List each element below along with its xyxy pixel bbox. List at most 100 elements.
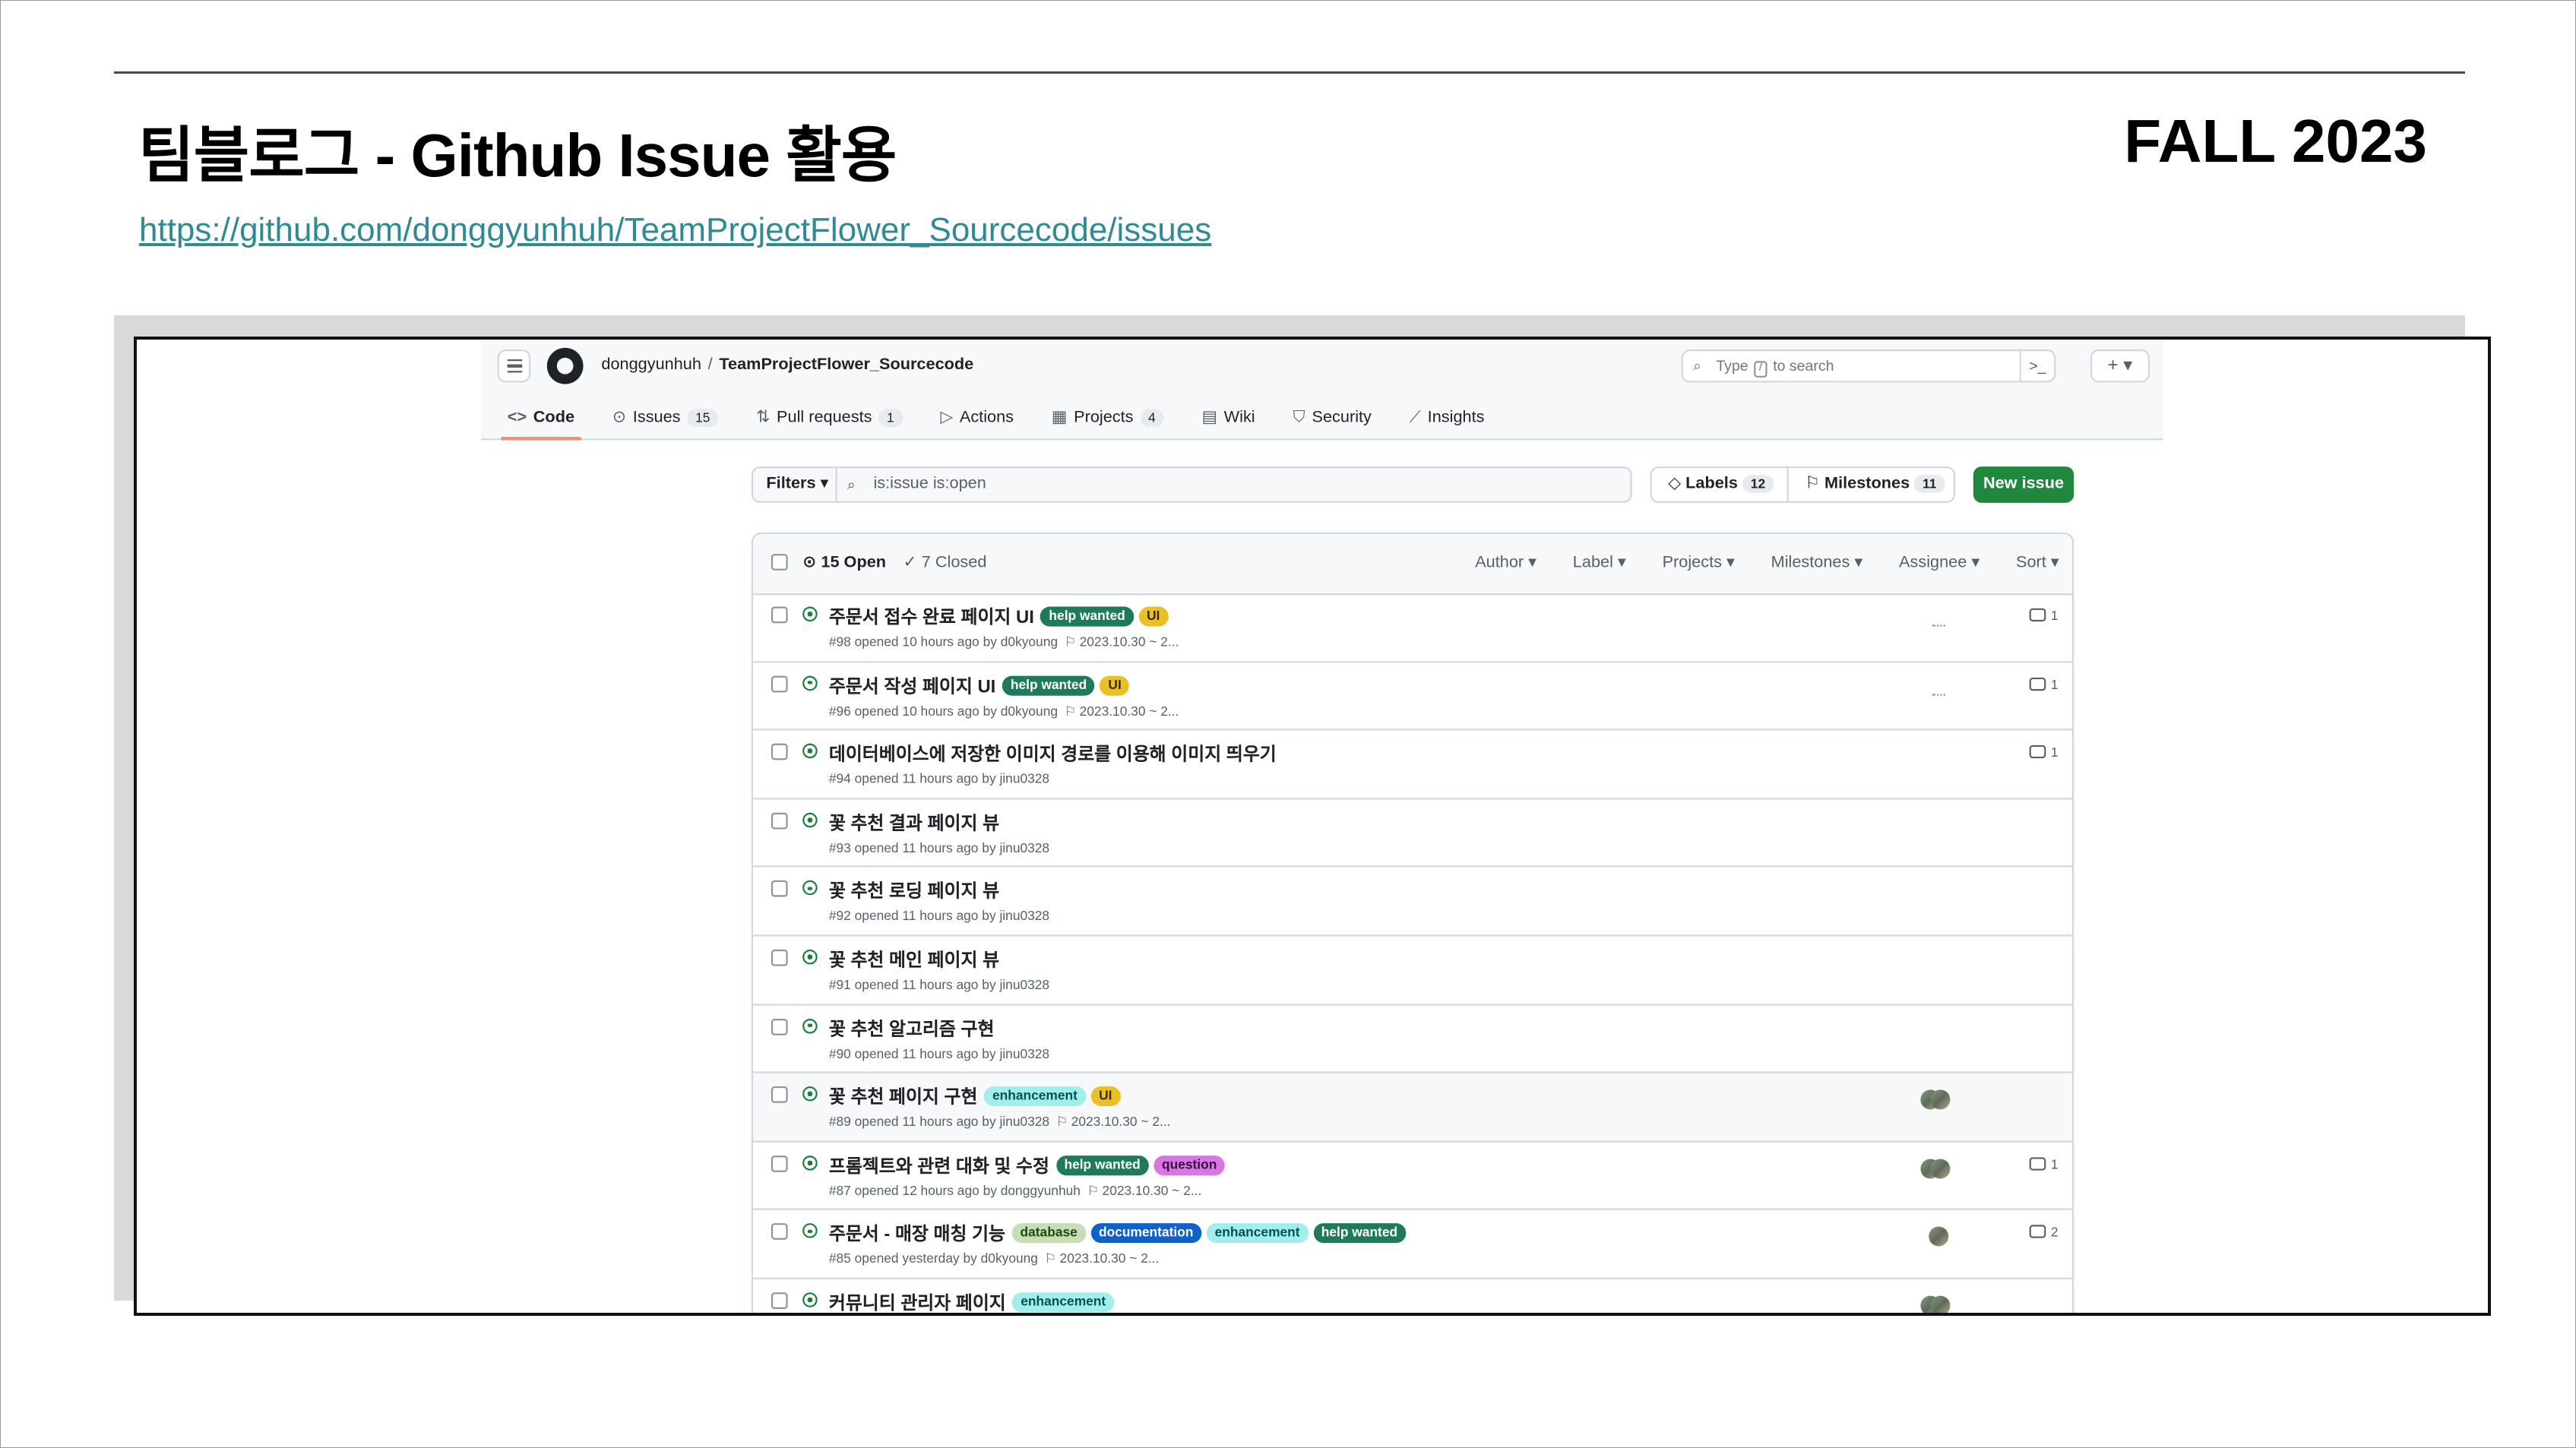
issue-title-link[interactable]: 프롬젝트와 관련 대화 및 수정 [829, 1152, 1049, 1178]
issue-row[interactable]: 꽃 추천 페이지 구현 enhancement UI #89 opened 11 ho… [753, 1073, 2073, 1143]
issue-label[interactable]: documentation [1090, 1223, 1202, 1244]
issue-row[interactable]: 꽃 추천 로딩 페이지 뷰 #92 opened 11 hours ago by … [753, 868, 2073, 937]
issue-title-link[interactable]: 데이터베이스에 저장한 이미지 경로를 이용해 이미지 띄우기 [829, 741, 1277, 767]
tab-code[interactable]: <> Code [501, 396, 581, 441]
comments-link[interactable]: 1 [2029, 676, 2059, 691]
select-all-checkbox[interactable] [771, 554, 788, 571]
new-issue-button[interactable]: New issue [1973, 466, 2074, 503]
issue-checkbox[interactable] [771, 1292, 788, 1309]
open-issue-icon: ⊙ [802, 554, 817, 572]
create-new-button[interactable]: + ▾ [2090, 349, 2150, 383]
issue-title-link[interactable]: 꽃 추천 알고리즘 구현 [829, 1015, 995, 1042]
comments-link[interactable]: 1 [2029, 745, 2059, 760]
issue-title-line: 커뮤니티 관리자 페이지 enhancement [829, 1289, 1115, 1313]
tab-projects[interactable]: ▦ Projects 4 [1045, 396, 1170, 438]
milestones-button[interactable]: ⚐ Milestones 11 [1786, 466, 1955, 503]
issue-checkbox[interactable] [771, 880, 788, 898]
tab-security[interactable]: ⛉ Security [1286, 396, 1378, 438]
issue-checkbox[interactable] [771, 675, 788, 692]
issue-title-link[interactable]: 꽃 추천 결과 페이지 뷰 [829, 809, 999, 836]
tab-wiki[interactable]: ▤ Wiki [1195, 396, 1262, 438]
issue-title-link[interactable]: 주문서 - 매장 매칭 기능 [829, 1221, 1005, 1247]
issue-label[interactable]: UI [1090, 1086, 1121, 1107]
issue-opened-icon [802, 1223, 818, 1239]
issue-title-link[interactable]: 꽃 추천 메인 페이지 뷰 [829, 947, 999, 973]
issue-label[interactable]: UI [1100, 675, 1130, 695]
issue-row[interactable]: 꽃 추천 메인 페이지 뷰 #91 opened 11 hours ago by … [753, 937, 2073, 1005]
issue-row[interactable]: 커뮤니티 관리자 페이지 enhancement [753, 1279, 2072, 1313]
issue-checkbox[interactable] [771, 949, 788, 966]
assignee-dropdown[interactable]: Assignee ▾ [1899, 554, 1979, 572]
issue-label[interactable]: enhancement [1012, 1292, 1115, 1313]
issue-label[interactable]: help wanted [1312, 1223, 1406, 1244]
issue-title-link[interactable]: 커뮤니티 관리자 페이지 [829, 1289, 1006, 1313]
issue-checkbox[interactable] [771, 606, 788, 624]
issue-checkbox[interactable] [771, 1086, 788, 1104]
tab-insights[interactable]: ⟋ Insights [1403, 396, 1491, 438]
issue-title-link[interactable]: 주문서 접수 완료 페이지 UI [829, 603, 1034, 630]
closed-issues-toggle[interactable]: ✓ 7 Closed [903, 554, 987, 572]
github-logo-icon[interactable] [546, 347, 584, 384]
sort-dropdown[interactable]: Sort ▾ [2016, 554, 2059, 572]
tab-label: Actions [959, 408, 1014, 426]
issue-milestone-link[interactable]: 2023.10.30 ~ 2... [1080, 634, 1179, 650]
comments-link[interactable]: 1 [2029, 1156, 2059, 1171]
issue-label[interactable]: question [1154, 1155, 1226, 1175]
issue-milestone-link[interactable]: 2023.10.30 ~ 2... [1060, 1252, 1160, 1267]
tab-actions[interactable]: ▷ Actions [934, 396, 1021, 438]
issue-title-link[interactable]: 꽃 추천 페이지 구현 [829, 1083, 978, 1110]
issues-link[interactable]: https://github.com/donggyunhuh/TeamProje… [139, 211, 1211, 249]
issue-checkbox[interactable] [771, 1018, 788, 1035]
milestones-dropdown[interactable]: Milestones ▾ [1771, 554, 1863, 572]
issue-row[interactable]: 데이터베이스에 저장한 이미지 경로를 이용해 이미지 띄우기 #94 opene… [753, 731, 2073, 799]
author-dropdown[interactable]: Author ▾ [1475, 554, 1536, 572]
assignee-avatar[interactable] [1932, 688, 1945, 695]
comments-link[interactable]: 1 [2029, 608, 2059, 623]
assignee-avatar[interactable] [1932, 620, 1945, 627]
issue-label[interactable]: help wanted [1002, 675, 1096, 695]
comments-link[interactable]: 2 [2029, 1225, 2059, 1241]
issue-checkbox[interactable] [771, 1223, 788, 1241]
issue-opened-icon [802, 812, 818, 827]
issue-row[interactable]: 주문서 작성 페이지 UI help wanted UI #96 opened 10 … [753, 662, 2073, 731]
assignee-avatar[interactable] [1930, 1089, 1951, 1110]
issue-meta: #93 opened 11 hours ago by jinu0328 [829, 840, 1049, 855]
comment-count: 1 [2050, 745, 2059, 760]
issue-checkbox[interactable] [771, 744, 788, 760]
issue-title-link[interactable]: 주문서 작성 페이지 UI [829, 672, 995, 698]
projects-dropdown[interactable]: Projects ▾ [1663, 554, 1735, 572]
issue-milestone-link[interactable]: 2023.10.30 ~ 2... [1071, 1114, 1171, 1130]
issue-label[interactable]: database [1011, 1223, 1086, 1244]
labels-button[interactable]: ◇ Labels 12 [1650, 466, 1789, 503]
issue-row[interactable]: 꽃 추천 결과 페이지 뷰 #93 opened 11 hours ago by … [753, 799, 2073, 868]
issue-row[interactable]: 주문서 - 매장 매칭 기능 database documentation enhan… [753, 1211, 2073, 1279]
issue-label[interactable]: enhancement [1206, 1223, 1309, 1244]
global-search-input[interactable]: ⌕ Type / to search >_ [1681, 349, 2056, 383]
issue-label[interactable]: enhancement [984, 1086, 1086, 1107]
filters-dropdown[interactable]: Filters ▾ [751, 466, 837, 503]
command-palette-icon[interactable]: >_ [2019, 351, 2055, 381]
issue-label[interactable]: help wanted [1055, 1155, 1149, 1175]
hamburger-menu-icon[interactable] [497, 349, 531, 383]
issue-checkbox[interactable] [771, 1155, 788, 1172]
repo-name-link[interactable]: TeamProjectFlower_Sourcecode [719, 356, 973, 375]
open-issues-toggle[interactable]: ⊙ 15 Open [802, 554, 886, 572]
issue-title-link[interactable]: 꽃 추천 로딩 페이지 뷰 [829, 877, 999, 904]
tab-issues[interactable]: ⊙ Issues 15 [606, 396, 725, 438]
issue-opened-by: #92 opened 11 hours ago by jinu0328 [828, 909, 1050, 925]
issue-label[interactable]: UI [1138, 606, 1169, 627]
assignee-avatar[interactable] [1929, 1227, 1949, 1247]
issue-milestone-link[interactable]: 2023.10.30 ~ 2... [1103, 1184, 1202, 1199]
repo-owner-link[interactable]: donggyunhuh [601, 356, 701, 375]
assignee-avatar[interactable] [1930, 1295, 1951, 1313]
issue-label[interactable]: help wanted [1040, 606, 1134, 627]
tab-pull-requests[interactable]: ⇅ Pull requests 1 [749, 396, 909, 438]
label-dropdown[interactable]: Label ▾ [1573, 554, 1626, 572]
issue-row[interactable]: 꽃 추천 알고리즘 구현 #90 opened 11 hours ago by j… [753, 1005, 2073, 1074]
issue-row[interactable]: 프롬젝트와 관련 대화 및 수정 help wanted question #87 o… [753, 1142, 2073, 1211]
issue-checkbox[interactable] [771, 812, 788, 830]
issue-filter-input[interactable]: ⌕ is:issue is:open [835, 466, 1632, 503]
issue-milestone-link[interactable]: 2023.10.30 ~ 2... [1080, 703, 1179, 719]
assignee-avatar[interactable] [1930, 1159, 1951, 1179]
issue-row[interactable]: 주문서 접수 완료 페이지 UI help wanted UI #98 opened … [753, 593, 2073, 662]
